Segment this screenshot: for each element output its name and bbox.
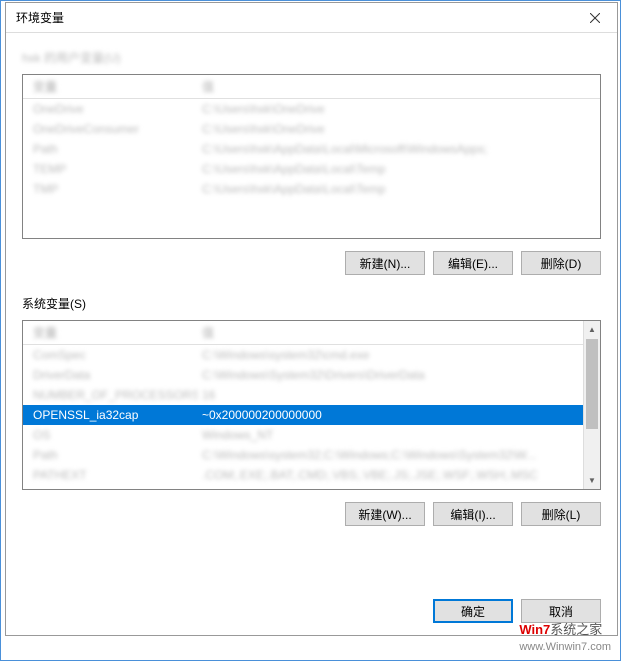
table-row[interactable]: OS Windows_NT	[23, 425, 600, 445]
table-row[interactable]: NUMBER_OF_PROCESSORS 16	[23, 385, 600, 405]
delete-user-var-button[interactable]: 删除(D)	[521, 251, 601, 275]
system-vars-buttons: 新建(W)... 编辑(I)... 删除(L)	[22, 502, 601, 526]
scrollbar-thumb[interactable]	[586, 339, 598, 429]
table-row[interactable]: ComSpec C:\Windows\system32\cmd.exe	[23, 345, 600, 365]
header-value: 值	[198, 78, 600, 95]
table-row[interactable]: DriverData C:\Windows\System32\Drivers\D…	[23, 365, 600, 385]
system-vars-table[interactable]: 变量 值 ComSpec C:\Windows\system32\cmd.exe…	[22, 320, 601, 490]
selected-var-name: OPENSSL_ia32cap	[23, 408, 198, 422]
close-button[interactable]	[572, 3, 617, 33]
system-vars-label: 系统变量(S)	[22, 295, 601, 312]
dialog-buttons: 确定 取消	[417, 591, 617, 623]
new-user-var-button[interactable]: 新建(N)...	[345, 251, 425, 275]
table-row[interactable]: OneDrive C:\Users\hxk\OneDrive	[23, 99, 600, 119]
table-row[interactable]: TMP C:\Users\hxk\AppData\Local\Temp	[23, 179, 600, 199]
table-row-selected[interactable]: OPENSSL_ia32cap ~0x200000200000000	[23, 405, 600, 425]
scrollbar[interactable]: ▲ ▼	[583, 321, 600, 489]
header-value: 值	[198, 324, 600, 341]
dialog-title: 环境变量	[16, 9, 64, 26]
user-vars-table[interactable]: 变量 值 OneDrive C:\Users\hxk\OneDrive OneD…	[22, 74, 601, 239]
table-row[interactable]: Path C:\Users\hxk\AppData\Local\Microsof…	[23, 139, 600, 159]
scroll-down-icon[interactable]: ▼	[584, 472, 600, 489]
table-header: 变量 值	[23, 75, 600, 99]
edit-system-var-button[interactable]: 编辑(I)...	[433, 502, 513, 526]
table-row[interactable]: PATHEXT .COM;.EXE;.BAT;.CMD;.VBS;.VBE;.J…	[23, 465, 600, 485]
header-variable: 变量	[23, 78, 198, 95]
cancel-button[interactable]: 取消	[521, 599, 601, 623]
titlebar: 环境变量	[6, 3, 617, 33]
user-vars-buttons: 新建(N)... 编辑(E)... 删除(D)	[22, 251, 601, 275]
close-icon	[590, 13, 600, 23]
environment-variables-dialog: 环境变量 hxk 的用户变量(U) 变量 值 OneDrive C:\Users…	[5, 2, 618, 636]
table-header: 变量 值	[23, 321, 600, 345]
edit-user-var-button[interactable]: 编辑(E)...	[433, 251, 513, 275]
table-row[interactable]: Path C:\Windows\system32;C:\Windows;C:\W…	[23, 445, 600, 465]
scroll-up-icon[interactable]: ▲	[584, 321, 600, 338]
new-system-var-button[interactable]: 新建(W)...	[345, 502, 425, 526]
table-row[interactable]: OneDriveConsumer C:\Users\hxk\OneDrive	[23, 119, 600, 139]
selected-var-value: ~0x200000200000000	[198, 408, 600, 422]
ok-button[interactable]: 确定	[433, 599, 513, 623]
user-vars-label: hxk 的用户变量(U)	[22, 49, 601, 66]
delete-system-var-button[interactable]: 删除(L)	[521, 502, 601, 526]
table-row[interactable]: TEMP C:\Users\hxk\AppData\Local\Temp	[23, 159, 600, 179]
header-variable: 变量	[23, 324, 198, 341]
